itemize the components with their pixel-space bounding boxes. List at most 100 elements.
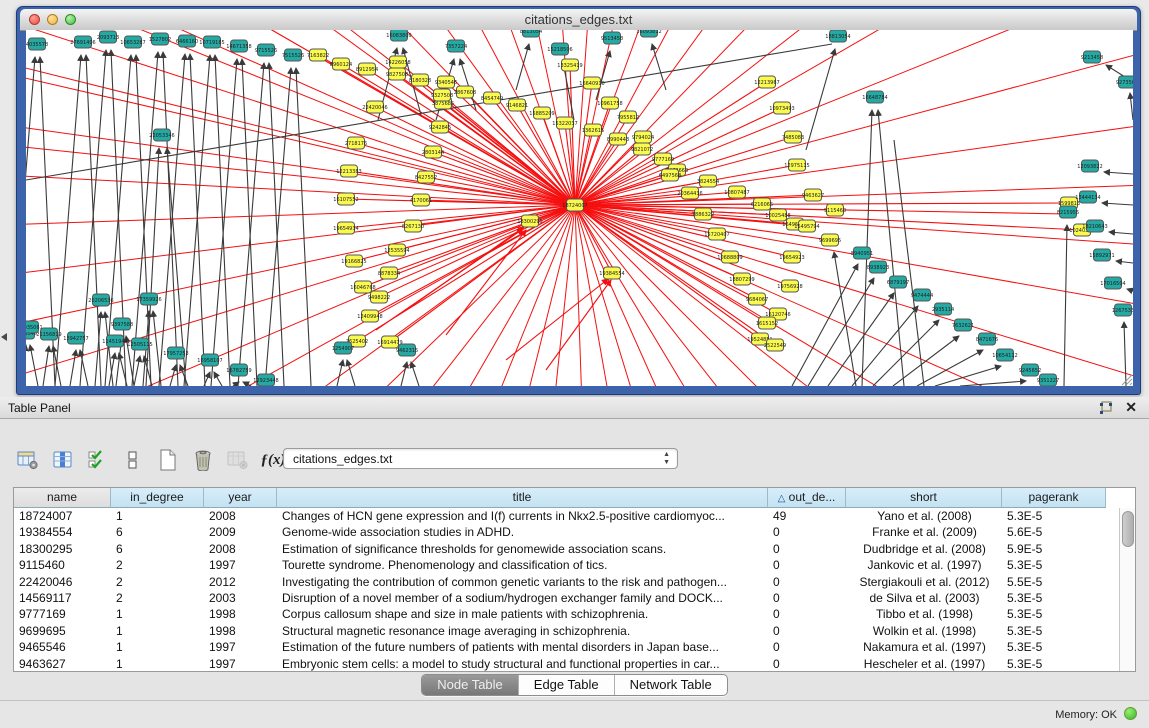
graph-node-yellow[interactable]: 9498222 [368,291,390,303]
graph-node-yellow[interactable]: 4170061 [410,194,432,206]
cell-title[interactable]: Structural magnetic resonance image aver… [277,623,768,639]
graph-node-yellow[interactable]: 9827508 [386,68,408,80]
cell-name[interactable]: 9115460 [14,557,111,573]
graph-node-yellow[interactable]: 12535594 [384,244,409,256]
table-row[interactable]: 946554611997Estimation of the future num… [14,639,1135,655]
cell-in_degree[interactable]: 6 [111,541,204,557]
table-settings-icon[interactable] [16,448,40,472]
row-height-icon[interactable] [121,448,145,472]
graph-node-yellow[interactable]: 1615152 [756,317,778,329]
graph-node-yellow[interactable]: 8454749 [481,92,503,104]
cell-title[interactable]: Embryonic stem cells: a model to study s… [277,656,768,672]
graph-node-teal[interactable]: 8813054 [520,30,542,37]
cell-title[interactable]: Corpus callosum shape and size in male p… [277,606,768,622]
function-builder-icon[interactable]: ƒ(x) [261,448,285,472]
graph-node-teal[interactable]: 1254907 [332,342,354,354]
cell-short[interactable]: Wolkin et al. (1998) [846,623,1002,639]
graph-node-yellow[interactable]: 8990443 [607,133,629,145]
graph-node-teal[interactable]: 1527802 [149,33,171,45]
cell-short[interactable]: Stergiakouli et al. (2012) [846,574,1002,590]
cell-title[interactable]: Changes of HCN gene expression and I(f) … [277,508,768,524]
column-header-out_de[interactable]: △ out_de... [768,488,846,508]
cell-year[interactable]: 2012 [204,574,277,590]
graph-node-yellow[interactable]: 2867608 [454,86,476,98]
graph-node-teal[interactable]: 17016504 [1100,277,1125,289]
cell-out_de[interactable]: 0 [768,656,846,672]
tab-edge-table[interactable]: Edge Table [519,675,615,695]
graph-node-teal[interactable]: 2935114 [932,303,954,315]
graph-node-teal[interactable]: 10653287 [120,36,145,48]
graph-node-yellow[interactable]: 19654923 [779,251,804,263]
graph-node-yellow[interactable]: 8267130 [402,220,424,232]
cell-pagerank[interactable]: 5.3E-5 [1002,639,1106,655]
cell-in_degree[interactable]: 1 [111,508,204,524]
column-header-year[interactable]: year [204,488,277,508]
show-columns-icon[interactable] [51,448,75,472]
cell-year[interactable]: 2008 [204,541,277,557]
graph-node-teal[interactable]: 6879197 [887,276,909,288]
cell-in_degree[interactable]: 2 [111,557,204,573]
graph-node-teal[interactable]: 22053346 [149,129,174,141]
graph-node-yellow[interactable]: 15720407 [704,228,729,240]
cell-pagerank[interactable]: 5.3E-5 [1002,606,1106,622]
column-header-in_degree[interactable]: in_degree [111,488,204,508]
graph-node-yellow[interactable]: 9794024 [632,131,654,143]
cell-year[interactable]: 1997 [204,656,277,672]
graph-node-teal[interactable]: 8471676 [976,333,998,345]
close-panel-icon[interactable]: ✕ [1125,399,1137,416]
graph-node-teal[interactable]: 1267533 [1112,304,1133,316]
graph-node-yellow[interactable]: 2718176 [345,137,367,149]
graph-node-teal[interactable]: 7632621 [952,319,974,331]
graph-node-teal[interactable]: 16093812 [636,30,661,37]
cell-in_degree[interactable]: 6 [111,524,204,540]
table-row[interactable]: 1872400712008Changes of HCN gene express… [14,508,1135,524]
cell-name[interactable]: 9777169 [14,606,111,622]
cell-short[interactable]: de Silva et al. (2003) [846,590,1002,606]
cell-pagerank[interactable]: 5.6E-5 [1002,524,1106,540]
cell-year[interactable]: 1997 [204,557,277,573]
table-row[interactable]: 1938455462009Genome-wide association stu… [14,524,1135,540]
cell-out_de[interactable]: 0 [768,606,846,622]
cell-pagerank[interactable]: 5.5E-5 [1002,574,1106,590]
table-row[interactable]: 969969511998Structural magnetic resonanc… [14,623,1135,639]
graph-node-yellow[interactable]: 15885209 [529,107,554,119]
column-header-title[interactable]: title [277,488,768,508]
graph-node-yellow[interactable]: 10688809 [717,251,742,263]
column-header-short[interactable]: short [846,488,1002,508]
graph-node-teal[interactable]: 14671358 [226,40,251,52]
graph-node-teal[interactable]: 17359926 [136,293,161,305]
table-row[interactable]: 2242004622012Investigating the contribut… [14,574,1135,590]
cell-name[interactable]: 9699695 [14,623,111,639]
cell-out_de[interactable]: 0 [768,541,846,557]
cell-in_degree[interactable]: 2 [111,590,204,606]
cell-title[interactable]: Tourette syndrome. Phenomenology and cla… [277,557,768,573]
graph-node-teal[interactable]: 15218506 [547,43,572,55]
cell-short[interactable]: Nakamura et al. (1997) [846,639,1002,655]
cell-out_de[interactable]: 0 [768,524,846,540]
graph-node-yellow[interactable]: 2522549 [764,339,786,351]
graph-node-teal[interactable]: 18813054 [825,30,850,42]
graph-node-yellow[interactable]: 12213383 [336,165,361,177]
table-row[interactable]: 1456911722003Disruption of a novel membe… [14,590,1135,606]
cell-out_de[interactable]: 0 [768,639,846,655]
cell-short[interactable]: Tibbo et al. (1998) [846,606,1002,622]
cell-name[interactable]: 22420046 [14,574,111,590]
graph-node-yellow[interactable]: 7955812 [617,111,639,123]
cell-short[interactable]: Yano et al. (2008) [846,508,1002,524]
cell-short[interactable]: Dudbridge et al. (2008) [846,541,1002,557]
graph-node-yellow[interactable]: 10961758 [597,97,622,109]
cell-name[interactable]: 14569117 [14,590,111,606]
graph-node-teal[interactable]: 9513458 [601,32,623,44]
graph-node-yellow[interactable]: 9146821 [506,99,528,111]
cell-year[interactable]: 1997 [204,639,277,655]
network-window-titlebar[interactable]: citations_edges.txt [20,9,1137,31]
cell-pagerank[interactable]: 5.3E-5 [1002,508,1106,524]
cell-in_degree[interactable]: 1 [111,623,204,639]
cell-pagerank[interactable]: 5.9E-5 [1002,541,1106,557]
table-vertical-scrollbar[interactable] [1119,508,1135,671]
cell-pagerank[interactable]: 5.3E-5 [1002,623,1106,639]
graph-node-teal[interactable]: 8938923 [867,261,889,273]
cell-title[interactable]: Disruption of a novel member of a sodium… [277,590,768,606]
graph-node-yellow[interactable]: 9327508 [431,89,453,101]
graph-node-yellow[interactable]: 8180328 [409,74,431,86]
